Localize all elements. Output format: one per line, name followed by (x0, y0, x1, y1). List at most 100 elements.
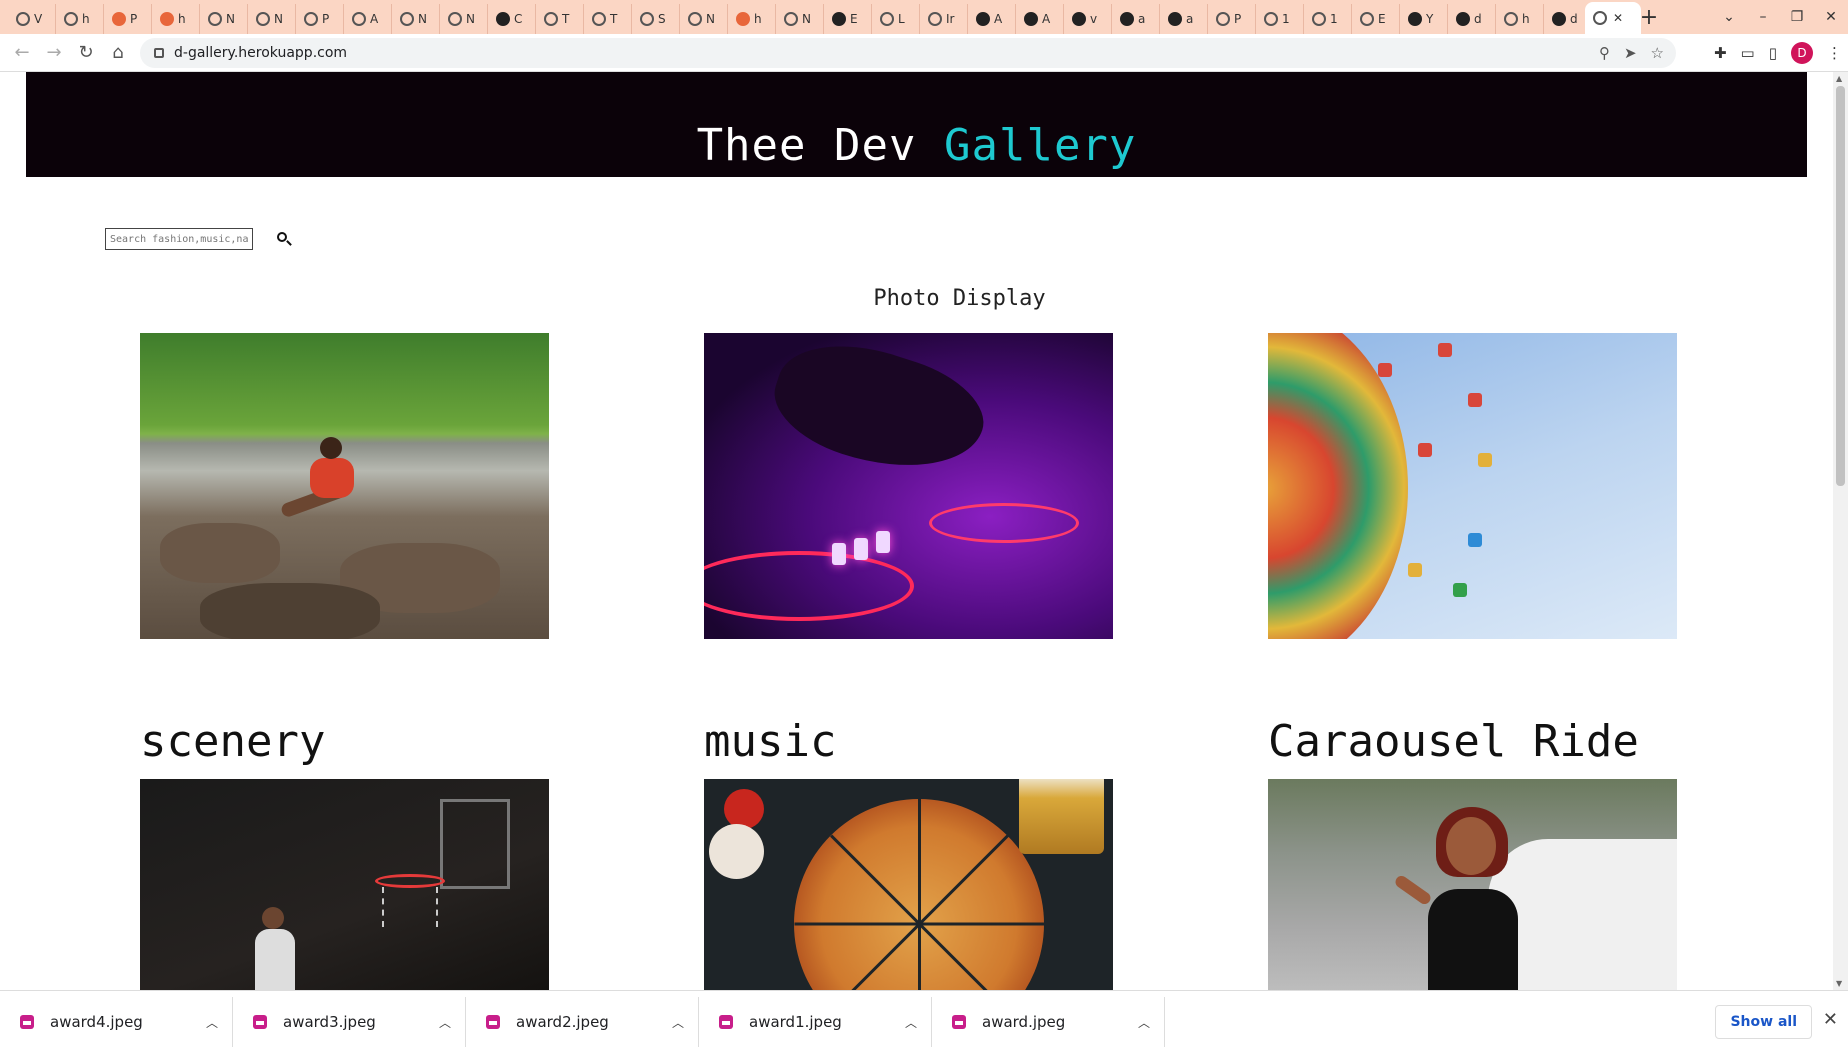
browser-toolbar: ← → ↻ ⌂ d-gallery.herokuapp.com ⚲ ➤ ☆ ✚ … (0, 34, 1848, 72)
back-button[interactable]: ← (6, 37, 38, 69)
close-window-button[interactable]: ✕ (1814, 9, 1848, 25)
download-filename: award3.jpeg (283, 1013, 376, 1031)
chevron-up-icon[interactable]: ︿ (206, 1014, 218, 1031)
chevron-up-icon[interactable]: ︿ (672, 1014, 684, 1031)
postman-icon (736, 12, 750, 26)
github-icon (1168, 12, 1182, 26)
send-icon[interactable]: ➤ (1624, 44, 1637, 62)
browser-tab[interactable]: V (8, 4, 56, 34)
pizza-photo[interactable] (704, 779, 1113, 990)
browser-tab[interactable]: N (680, 4, 728, 34)
browser-tab[interactable]: C (488, 4, 536, 34)
sidepanel-icon[interactable]: ▯ (1769, 44, 1777, 62)
url-text[interactable]: d-gallery.herokuapp.com (174, 45, 347, 61)
download-item[interactable]: award.jpeg ︿ (932, 997, 1165, 1047)
browser-tab[interactable]: A (968, 4, 1016, 34)
new-tab-button[interactable]: + (1632, 2, 1666, 32)
tab-search-icon[interactable]: ⌄ (1712, 9, 1746, 25)
browser-tab[interactable]: 1 (1304, 4, 1352, 34)
basketball-photo[interactable] (140, 779, 549, 990)
page-scrollbar[interactable]: ▲ ▼ (1833, 72, 1848, 990)
close-icon[interactable]: ✕ (1823, 1009, 1838, 1030)
postman-icon (112, 12, 126, 26)
browser-tab[interactable]: N (392, 4, 440, 34)
browser-tab[interactable]: 1 (1256, 4, 1304, 34)
globe-icon (640, 12, 654, 26)
extensions-icon[interactable]: ✚ (1714, 44, 1727, 62)
zoom-icon[interactable]: ⚲ (1599, 44, 1610, 62)
browser-tab[interactable]: E (1352, 4, 1400, 34)
download-item[interactable]: award2.jpeg ︿ (466, 997, 699, 1047)
scroll-up-icon[interactable]: ▲ (1836, 74, 1842, 83)
browser-tab[interactable]: P (104, 4, 152, 34)
tab-title: d (1474, 12, 1482, 26)
browser-tab[interactable]: a (1160, 4, 1208, 34)
minimize-button[interactable]: – (1746, 9, 1780, 25)
browser-tab[interactable]: h (1496, 4, 1544, 34)
download-item[interactable]: award1.jpeg ︿ (699, 997, 932, 1047)
fashion-photo[interactable] (1268, 779, 1677, 990)
search-icon[interactable] (275, 230, 293, 248)
browser-tab[interactable]: L (872, 4, 920, 34)
browser-tab[interactable]: a (1112, 4, 1160, 34)
browser-tab[interactable]: N (200, 4, 248, 34)
tab-title: E (850, 12, 858, 26)
browser-tab[interactable]: h (152, 4, 200, 34)
download-filename: award4.jpeg (50, 1013, 143, 1031)
browser-tab[interactable]: P (296, 4, 344, 34)
browser-tab[interactable]: h (728, 4, 776, 34)
carousel-photo[interactable] (1268, 333, 1677, 639)
browser-tab[interactable]: E (824, 4, 872, 34)
chevron-up-icon[interactable]: ︿ (905, 1014, 917, 1031)
browser-tab[interactable]: S (632, 4, 680, 34)
bookmark-star-icon[interactable]: ☆ (1651, 44, 1664, 62)
browser-tab[interactable]: d (1448, 4, 1496, 34)
downloads-bar: award4.jpeg ︿ award3.jpeg ︿ award2.jpeg … (0, 990, 1848, 1053)
search-input[interactable] (105, 228, 253, 250)
browser-tab[interactable]: Ir (920, 4, 968, 34)
address-bar[interactable]: d-gallery.herokuapp.com ⚲ ➤ ☆ (140, 38, 1676, 68)
profile-avatar[interactable]: D (1791, 42, 1813, 64)
music-photo[interactable] (704, 333, 1113, 639)
chevron-up-icon[interactable]: ︿ (1138, 1014, 1150, 1031)
tab-title: N (706, 12, 715, 26)
reload-button[interactable]: ↻ (70, 37, 102, 69)
download-item[interactable]: award3.jpeg ︿ (233, 997, 466, 1047)
browser-tab[interactable]: A (1016, 4, 1064, 34)
scroll-down-icon[interactable]: ▼ (1836, 979, 1842, 988)
github-icon (1408, 12, 1422, 26)
browser-tab[interactable]: T (584, 4, 632, 34)
tab-title: N (466, 12, 475, 26)
browser-tab[interactable]: N (440, 4, 488, 34)
home-button[interactable]: ⌂ (102, 37, 134, 69)
globe-icon (1593, 11, 1607, 25)
browser-tab[interactable]: A (344, 4, 392, 34)
menu-icon[interactable]: ⋮ (1827, 44, 1842, 62)
download-filename: award2.jpeg (516, 1013, 609, 1031)
tab-title: P (322, 12, 330, 26)
download-item[interactable]: award4.jpeg ︿ (0, 997, 233, 1047)
chevron-up-icon[interactable]: ︿ (439, 1014, 451, 1031)
browser-tab[interactable]: Y (1400, 4, 1448, 34)
plant-icon (304, 12, 318, 26)
globe-icon (880, 12, 894, 26)
browser-tab[interactable]: v (1064, 4, 1112, 34)
close-tab-icon[interactable]: ✕ (1613, 11, 1623, 25)
restore-button[interactable]: ❐ (1780, 9, 1814, 25)
forward-button[interactable]: → (38, 37, 70, 69)
scenery-photo[interactable] (140, 333, 549, 639)
browser-tab[interactable]: P (1208, 4, 1256, 34)
tab-title: A (994, 12, 1003, 26)
browser-tab[interactable]: h (56, 4, 104, 34)
browser-tab[interactable]: T (536, 4, 584, 34)
show-all-button[interactable]: Show all (1715, 1005, 1812, 1039)
globe-icon (544, 12, 558, 26)
omnibox-actions: ⚲ ➤ ☆ (1599, 38, 1664, 68)
site-title[interactable]: Thee Dev Gallery (26, 120, 1807, 171)
image-file-icon (20, 1015, 34, 1029)
cast-icon[interactable]: ▭ (1741, 44, 1755, 62)
browser-tab[interactable]: N (248, 4, 296, 34)
browser-tab[interactable]: N (776, 4, 824, 34)
tab-title: L (898, 12, 905, 26)
scrollbar-thumb[interactable] (1836, 86, 1845, 486)
